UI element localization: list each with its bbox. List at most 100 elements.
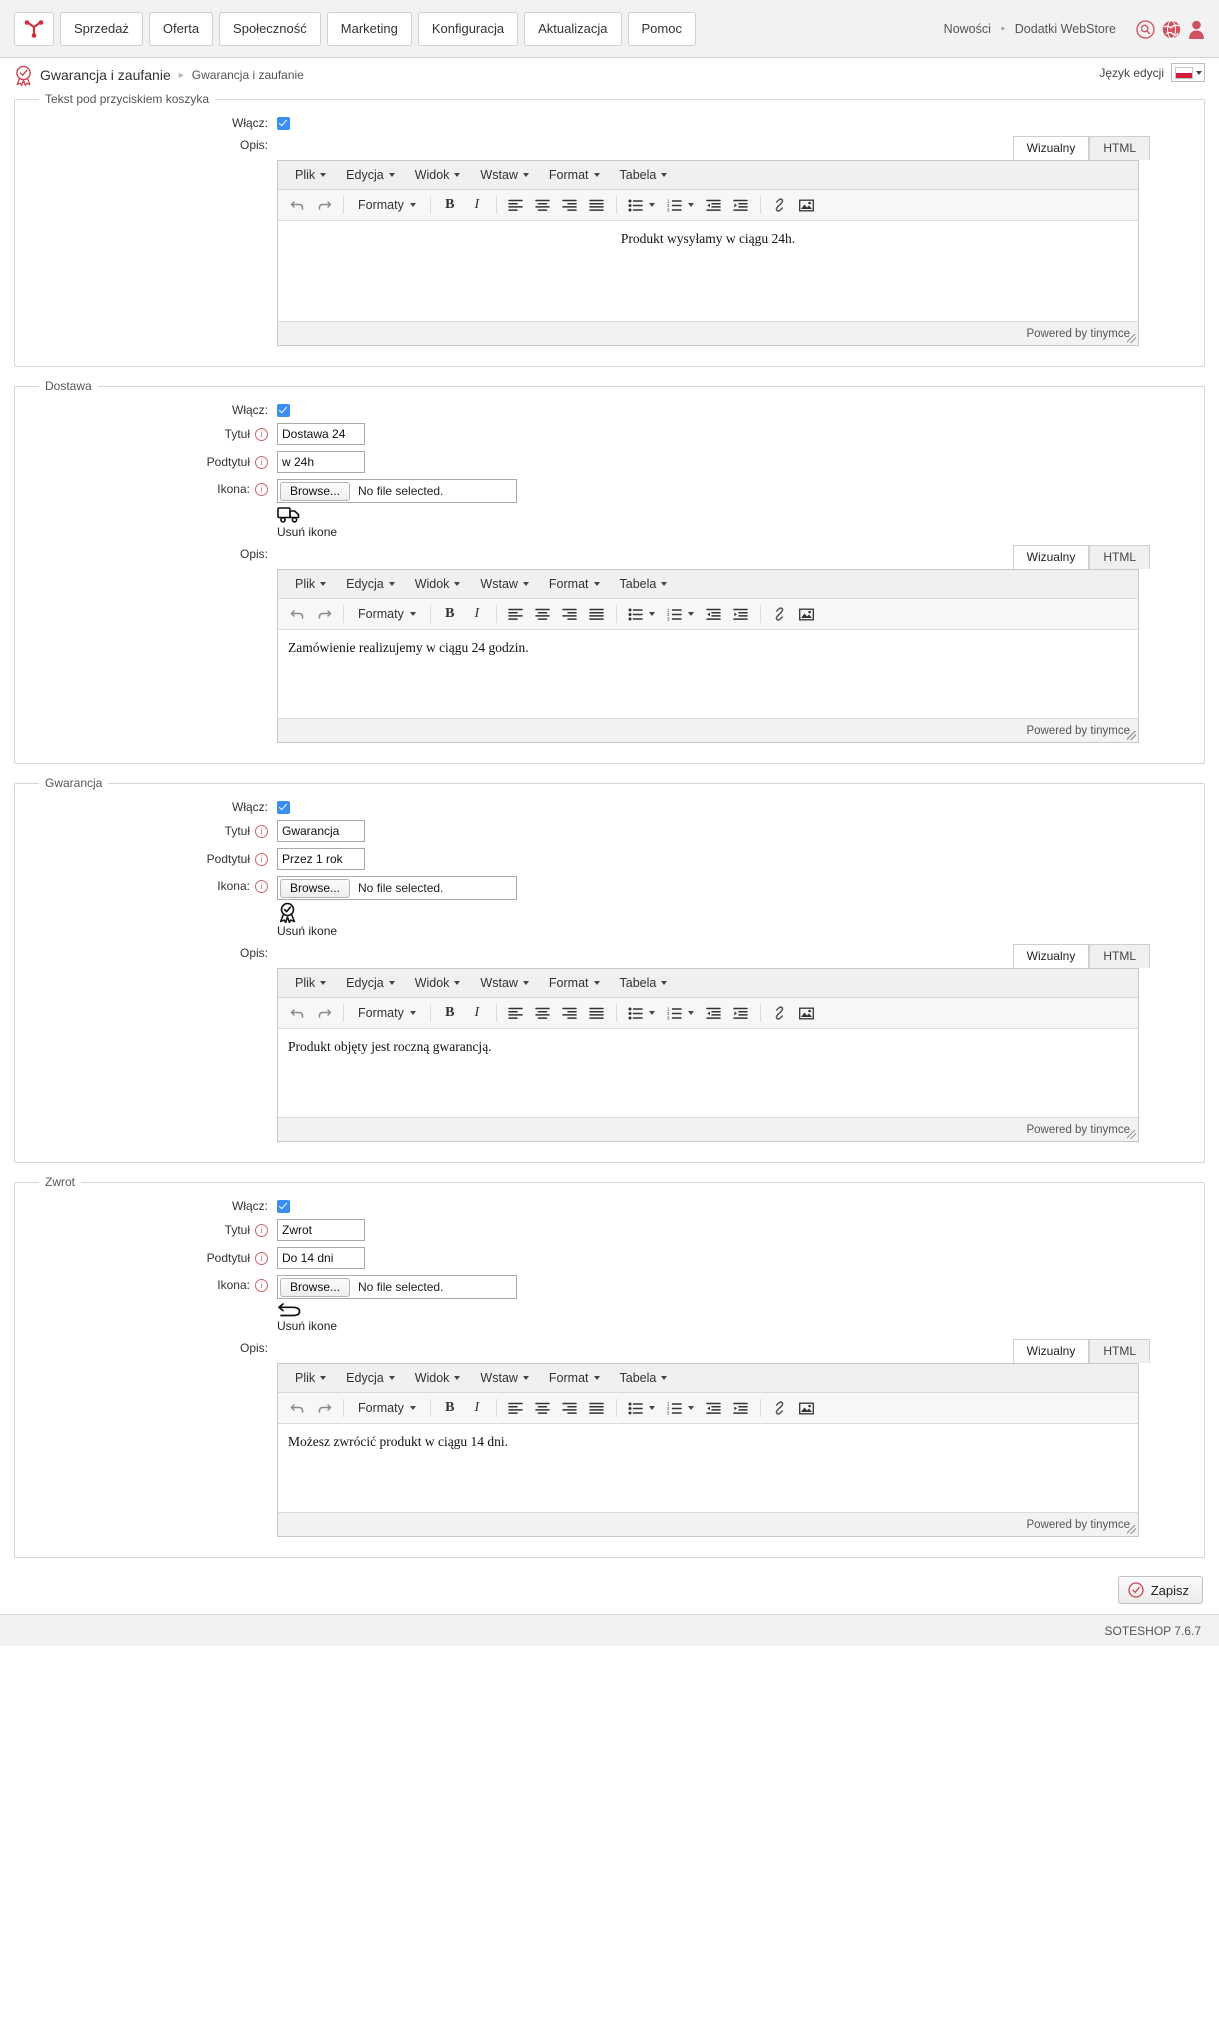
align-center-button[interactable] [530, 193, 556, 218]
undo-button[interactable] [284, 602, 310, 627]
editor-menu-wstaw[interactable]: Wstaw [471, 165, 538, 185]
editor-menu-widok[interactable]: Widok [406, 165, 470, 185]
subtitle-input[interactable] [277, 1247, 365, 1269]
editor-content-area[interactable]: Zamówienie realizujemy w ciągu 24 godzin… [278, 630, 1138, 718]
numbered-list-button[interactable]: 123 [662, 1001, 700, 1026]
nav-item-konfiguracja[interactable]: Konfiguracja [417, 11, 519, 46]
icon-file-input[interactable]: Browse... No file selected. [277, 479, 517, 503]
bold-button[interactable]: B [437, 193, 463, 218]
browse-button[interactable]: Browse... [280, 878, 351, 898]
editor-menu-plik[interactable]: Plik [286, 1368, 335, 1388]
tab-wizualny[interactable]: Wizualny [1012, 136, 1090, 160]
browse-button[interactable]: Browse... [280, 481, 351, 501]
redo-button[interactable] [311, 602, 337, 627]
info-icon[interactable]: i [255, 455, 268, 469]
italic-button[interactable]: I [464, 193, 490, 218]
insert-link-button[interactable] [767, 1396, 793, 1421]
redo-button[interactable] [311, 1001, 337, 1026]
align-left-button[interactable] [503, 1001, 529, 1026]
insert-image-button[interactable] [794, 1396, 820, 1421]
editor-menu-plik[interactable]: Plik [286, 973, 335, 993]
indent-button[interactable] [728, 193, 754, 218]
nav-item-aktualizacja[interactable]: Aktualizacja [524, 11, 622, 46]
bullet-list-button[interactable] [623, 193, 661, 218]
editor-menu-tabela[interactable]: Tabela [611, 574, 677, 594]
align-right-button[interactable] [557, 193, 583, 218]
bullet-list-button[interactable] [623, 1001, 661, 1026]
nav-item-pomoc[interactable]: Pomoc [627, 11, 696, 46]
remove-icon-link[interactable]: Usuń ikone [277, 924, 517, 938]
bold-button[interactable]: B [437, 1396, 463, 1421]
indent-button[interactable] [728, 1396, 754, 1421]
nav-item-spolecznosc[interactable]: Społeczność [219, 11, 321, 46]
user-icon[interactable] [1188, 20, 1205, 39]
title-input[interactable] [277, 1219, 365, 1241]
enable-checkbox[interactable] [277, 116, 290, 130]
edit-language-select[interactable] [1171, 63, 1205, 82]
editor-menu-widok[interactable]: Widok [406, 1368, 470, 1388]
search-icon[interactable] [1136, 19, 1155, 39]
editor-menu-widok[interactable]: Widok [406, 973, 470, 993]
tab-html[interactable]: HTML [1089, 944, 1150, 968]
editor-resize-handle[interactable] [1127, 1525, 1136, 1534]
editor-menu-tabela[interactable]: Tabela [611, 165, 677, 185]
news-link[interactable]: Nowości [944, 22, 991, 36]
editor-menu-edycja[interactable]: Edycja [337, 973, 404, 993]
align-center-button[interactable] [530, 602, 556, 627]
editor-menu-edycja[interactable]: Edycja [337, 574, 404, 594]
align-right-button[interactable] [557, 602, 583, 627]
italic-button[interactable]: I [464, 602, 490, 627]
align-left-button[interactable] [503, 193, 529, 218]
align-center-button[interactable] [530, 1001, 556, 1026]
editor-resize-handle[interactable] [1127, 334, 1136, 343]
save-button[interactable]: Zapisz [1117, 1576, 1203, 1604]
redo-button[interactable] [311, 1396, 337, 1421]
tab-html[interactable]: HTML [1089, 545, 1150, 569]
editor-content-area[interactable]: Możesz zwrócić produkt w ciągu 14 dni. [278, 1424, 1138, 1512]
remove-icon-link[interactable]: Usuń ikone [277, 1319, 517, 1333]
redo-button[interactable] [311, 193, 337, 218]
align-justify-button[interactable] [584, 1396, 610, 1421]
formats-dropdown[interactable]: Formaty [350, 195, 424, 215]
editor-menu-tabela[interactable]: Tabela [611, 973, 677, 993]
icon-file-input[interactable]: Browse... No file selected. [277, 876, 517, 900]
globe-icon[interactable] [1162, 19, 1181, 39]
formats-dropdown[interactable]: Formaty [350, 1398, 424, 1418]
webstore-addons-link[interactable]: Dodatki WebStore [1015, 22, 1116, 36]
editor-menu-plik[interactable]: Plik [286, 165, 335, 185]
tab-html[interactable]: HTML [1089, 136, 1150, 160]
align-justify-button[interactable] [584, 193, 610, 218]
undo-button[interactable] [284, 1396, 310, 1421]
insert-link-button[interactable] [767, 193, 793, 218]
numbered-list-button[interactable]: 123 [662, 602, 700, 627]
align-right-button[interactable] [557, 1396, 583, 1421]
editor-menu-wstaw[interactable]: Wstaw [471, 973, 538, 993]
editor-menu-wstaw[interactable]: Wstaw [471, 1368, 538, 1388]
info-icon[interactable]: i [255, 1223, 268, 1237]
tab-html[interactable]: HTML [1089, 1339, 1150, 1363]
outdent-button[interactable] [701, 1001, 727, 1026]
editor-menu-plik[interactable]: Plik [286, 574, 335, 594]
info-icon[interactable]: i [255, 1251, 268, 1265]
align-center-button[interactable] [530, 1396, 556, 1421]
editor-menu-format[interactable]: Format [540, 165, 609, 185]
editor-menu-edycja[interactable]: Edycja [337, 165, 404, 185]
info-icon[interactable]: i [255, 824, 268, 838]
editor-menu-edycja[interactable]: Edycja [337, 1368, 404, 1388]
indent-button[interactable] [728, 602, 754, 627]
subtitle-input[interactable] [277, 451, 365, 473]
numbered-list-button[interactable]: 123 [662, 1396, 700, 1421]
title-input[interactable] [277, 423, 365, 445]
insert-image-button[interactable] [794, 1001, 820, 1026]
editor-menu-format[interactable]: Format [540, 973, 609, 993]
remove-icon-link[interactable]: Usuń ikone [277, 525, 517, 539]
outdent-button[interactable] [701, 193, 727, 218]
subtitle-input[interactable] [277, 848, 365, 870]
enable-checkbox[interactable] [277, 800, 290, 814]
insert-link-button[interactable] [767, 1001, 793, 1026]
insert-link-button[interactable] [767, 602, 793, 627]
tab-wizualny[interactable]: Wizualny [1012, 944, 1090, 968]
nav-item-oferta[interactable]: Oferta [148, 11, 214, 46]
editor-menu-format[interactable]: Format [540, 1368, 609, 1388]
enable-checkbox[interactable] [277, 403, 290, 417]
